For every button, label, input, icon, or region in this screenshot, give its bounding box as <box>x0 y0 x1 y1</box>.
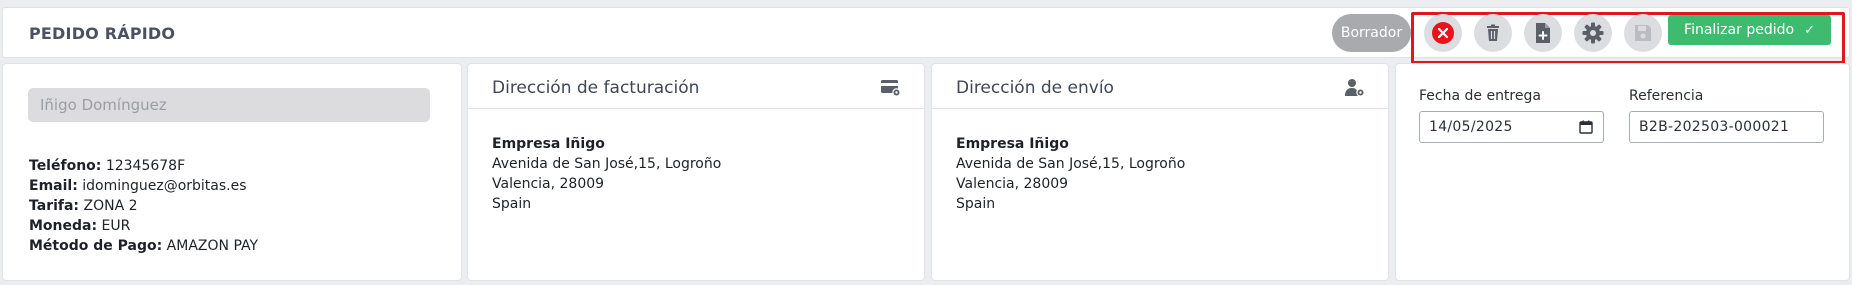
shipping-address-card: Dirección de envío Empresa Iñigo Avenida… <box>931 63 1389 281</box>
calendar-icon[interactable] <box>1579 120 1593 134</box>
reference-label: Referencia <box>1629 88 1704 104</box>
order-details-card: Fecha de entrega 14/05/2025 Referencia B… <box>1395 63 1850 281</box>
shipping-card-header: Dirección de envío <box>932 64 1388 109</box>
user-settings-icon[interactable] <box>1344 78 1366 98</box>
customer-email: Email: idominguez@orbitas.es <box>29 178 247 194</box>
shipping-street: Avenida de San José,15, Logroño <box>956 156 1186 172</box>
customer-payment-method: Método de Pago: AMAZON PAY <box>29 238 259 254</box>
delivery-date-value: 14/05/2025 <box>1429 119 1513 135</box>
card-settings-icon[interactable] <box>880 78 902 98</box>
new-document-button[interactable] <box>1524 14 1562 52</box>
save-icon <box>1635 25 1651 41</box>
customer-select[interactable]: Iñigo Domínguez <box>28 88 430 122</box>
delivery-date-label: Fecha de entrega <box>1419 88 1541 104</box>
customer-card: Iñigo Domínguez Teléfono: 12345678F Emai… <box>2 63 462 281</box>
customer-currency: Moneda: EUR <box>29 218 131 234</box>
billing-street: Avenida de San José,15, Logroño <box>492 156 722 172</box>
customer-rate: Tarifa: ZONA 2 <box>29 198 138 214</box>
file-plus-icon <box>1536 23 1550 43</box>
billing-address: Empresa Iñigo Avenida de San José,15, Lo… <box>492 134 721 214</box>
billing-title: Dirección de facturación <box>492 78 700 98</box>
close-circle-icon <box>1432 22 1454 44</box>
save-button[interactable] <box>1624 14 1662 52</box>
settings-button[interactable] <box>1574 14 1612 52</box>
finalize-order-button[interactable]: Finalizar pedido ✓ <box>1668 15 1831 45</box>
trash-icon <box>1487 24 1499 41</box>
delivery-date-input[interactable]: 14/05/2025 <box>1419 111 1604 143</box>
billing-city: Valencia, 28009 <box>492 176 605 192</box>
billing-card-header: Dirección de facturación <box>468 64 924 109</box>
shipping-address: Empresa Iñigo Avenida de San José,15, Lo… <box>956 134 1185 214</box>
page-title: PEDIDO RÁPIDO <box>29 24 176 43</box>
header-bar: PEDIDO RÁPIDO Borrador Finalizar pedido … <box>2 7 1850 64</box>
customer-details: Teléfono: 12345678F Email: idominguez@or… <box>29 156 258 256</box>
status-badge: Borrador <box>1332 14 1411 52</box>
billing-country: Spain <box>492 196 532 212</box>
delete-button[interactable] <box>1474 14 1512 52</box>
billing-address-card: Dirección de facturación Empresa Iñigo A… <box>467 63 925 281</box>
shipping-city: Valencia, 28009 <box>956 176 1069 192</box>
shipping-company: Empresa Iñigo <box>956 136 1069 152</box>
finalize-order-label: Finalizar pedido <box>1684 22 1795 38</box>
billing-company: Empresa Iñigo <box>492 136 605 152</box>
shipping-country: Spain <box>956 196 996 212</box>
reference-input[interactable]: B2B-202503-000021 <box>1629 111 1824 143</box>
gear-icon <box>1582 22 1604 44</box>
customer-phone: Teléfono: 12345678F <box>29 158 186 174</box>
shipping-title: Dirección de envío <box>956 78 1114 98</box>
cancel-button[interactable] <box>1424 14 1462 52</box>
check-icon: ✓ <box>1804 22 1815 38</box>
